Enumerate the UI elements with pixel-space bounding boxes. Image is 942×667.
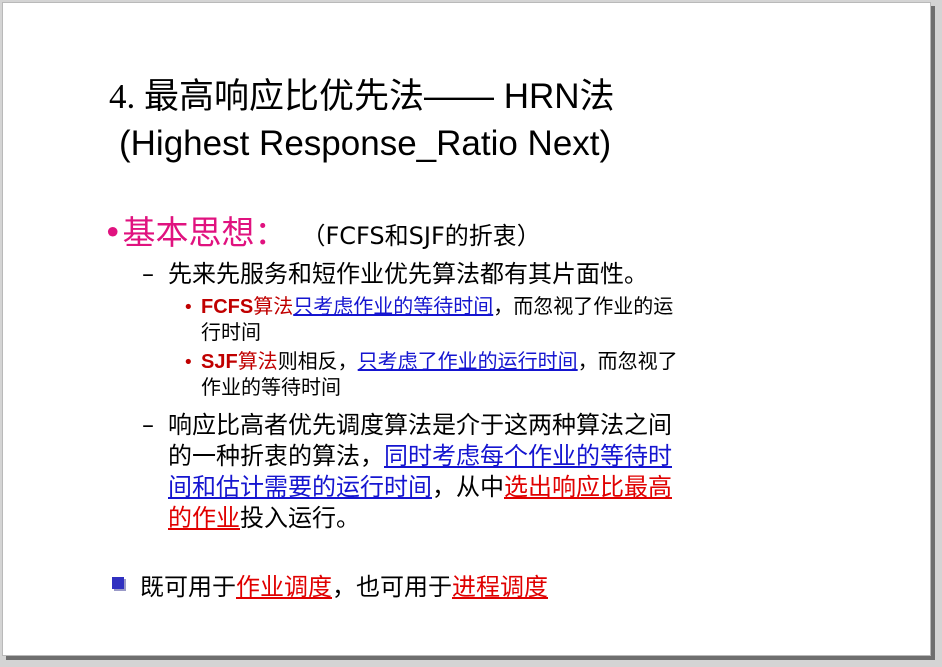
point-2-line-4: 的作业投入运行。: [142, 503, 672, 534]
sjf-pre: 则相反，: [277, 349, 358, 373]
fcfs-text-b: 行时间: [201, 320, 261, 344]
point-2-line-3: 间和估计需要的运行时间，从中选出响应比最高: [142, 472, 672, 503]
fcfs-text-a: ，而忽视了作业的运: [493, 294, 674, 318]
job-scheduling-link[interactable]: 作业调度: [236, 573, 332, 601]
point-2-red-link-1[interactable]: 选出响应比最高: [504, 473, 672, 501]
sjf-text-a: ，而忽视了: [577, 349, 678, 373]
final-mid: ，也可用于: [332, 573, 452, 601]
point-2-blue-link-1[interactable]: 同时考虑每个作业的等待时: [384, 442, 672, 470]
process-scheduling-link[interactable]: 进程调度: [452, 573, 548, 601]
square-bullet-icon: [112, 577, 124, 589]
heading-label: 基本思想：: [122, 213, 288, 252]
point-2-red-link-2[interactable]: 的作业: [168, 504, 240, 532]
point-2: – 响应比高者优先调度算法是介于这两种算法之间 的一种折衷的算法，同时考虑每个作业…: [142, 410, 672, 534]
sjf-algo: SJF: [201, 351, 238, 373]
section-heading: •基本思想： （FCFS和SJF的折衷）: [103, 211, 541, 258]
final-pre: 既可用于: [140, 573, 236, 601]
point-2-line-1: – 响应比高者优先调度算法是介于这两种算法之间: [142, 410, 672, 441]
sjf-algo-suffix: 算法: [237, 349, 278, 373]
sjf-link[interactable]: 只考虑了作业的运行时间: [358, 349, 578, 373]
point-2-line-3-mid: ，从中: [432, 473, 504, 501]
dash-bullet: –: [142, 260, 154, 288]
sub-point-fcfs: • FCFS算法只考虑作业的等待时间，而忽视了作业的运 行时间: [183, 294, 673, 344]
fcfs-link[interactable]: 只考虑作业的等待时间: [293, 294, 493, 318]
title-line-2: (Highest Response_Ratio Next): [119, 124, 612, 163]
slide-title: 4. 最高响应比优先法—— HRN法 (Highest Response_Rat…: [109, 73, 615, 167]
title-text: 最高响应比优先法—— HRN法: [144, 77, 615, 116]
final-point: 既可用于作业调度，也可用于进程调度: [112, 567, 548, 602]
point-2-line-4-post: 投入运行。: [240, 504, 360, 532]
point-2-line-1-text: 响应比高者优先调度算法是介于这两种算法之间: [168, 411, 672, 439]
sub-point-fcfs-line-1: • FCFS算法只考虑作业的等待时间，而忽视了作业的运: [183, 294, 673, 320]
point-1: – 先来先服务和短作业优先算法都有其片面性。: [142, 259, 648, 289]
point-2-line-2: 的一种折衷的算法，同时考虑每个作业的等待时: [142, 441, 672, 472]
heading-aside: （FCFS和SJF的折衷）: [313, 222, 541, 250]
title-number: 4.: [109, 77, 144, 116]
slide: 4. 最高响应比优先法—— HRN法 (Highest Response_Rat…: [2, 2, 931, 656]
dash-bullet: –: [142, 411, 154, 439]
title-line-1: 4. 最高响应比优先法—— HRN法: [109, 73, 615, 120]
point-2-blue-link-2[interactable]: 间和估计需要的运行时间: [168, 473, 432, 501]
dot-bullet: •: [183, 297, 194, 318]
point-1-text: 先来先服务和短作业优先算法都有其片面性。: [168, 260, 648, 288]
point-2-line-2-pre: 的一种折衷的算法，: [168, 442, 384, 470]
sub-point-sjf-line-1: • SJF算法则相反，只考虑了作业的运行时间，而忽视了: [183, 349, 678, 375]
fcfs-algo: FCFS: [201, 296, 254, 318]
fcfs-algo-suffix: 算法: [253, 294, 294, 318]
sjf-text-b: 作业的等待时间: [201, 375, 341, 399]
sub-point-sjf: • SJF算法则相反，只考虑了作业的运行时间，而忽视了 作业的等待时间: [183, 349, 678, 399]
dot-bullet: •: [183, 352, 194, 373]
heading-bullet: •: [103, 213, 123, 252]
